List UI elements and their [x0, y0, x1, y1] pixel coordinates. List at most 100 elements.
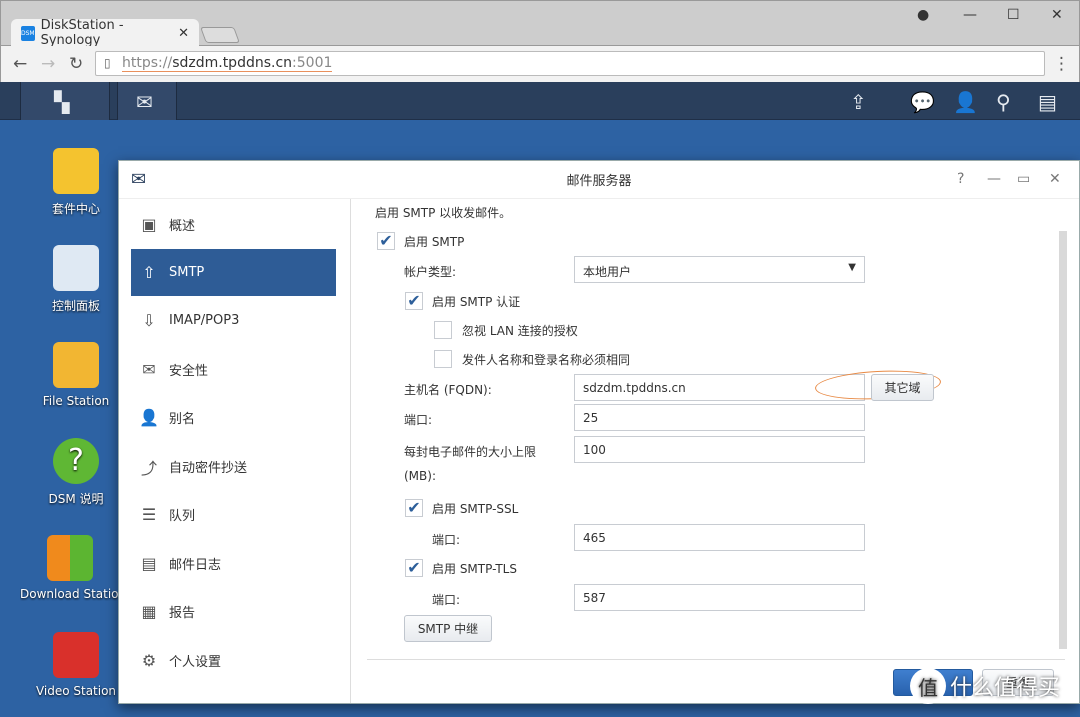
watermark-text: 什么值得买	[950, 676, 1061, 701]
icon-label: Download Station	[20, 587, 120, 601]
sidebar-item-auto-bcc[interactable]: ⤴ 自动密件抄送	[131, 443, 336, 490]
desktop-icon-file-station[interactable]: File Station	[20, 342, 132, 408]
upload-tray-icon: ⇧	[142, 263, 156, 282]
scrollbar[interactable]	[1059, 231, 1067, 649]
hostname-value: sdzdm.tpddns.cn	[583, 381, 686, 395]
smtp-tls-label: 启用 SMTP-TLS	[432, 562, 517, 576]
label: 概述	[169, 219, 196, 234]
ssl-port-input[interactable]: 465	[574, 524, 865, 551]
page-icon: ▯	[104, 56, 111, 70]
maximize-icon[interactable]: ▭	[1017, 171, 1030, 187]
account-type-select[interactable]: 本地用户 ▼	[574, 256, 865, 283]
url-port: :5001	[292, 55, 333, 71]
download-icon	[47, 535, 93, 581]
new-tab-button[interactable]	[200, 27, 240, 43]
desktop-icon-dsm-help[interactable]: ? DSM 说明	[20, 438, 132, 507]
smtp-panel: 启用 SMTP 以收发邮件。 ✔ 启用 SMTP 帐户类型: 本地用户 ▼ ✔ 启…	[367, 199, 1079, 703]
upload-icon[interactable]: ⇪	[850, 90, 867, 114]
menu-icon[interactable]: ⋮	[1053, 54, 1070, 74]
label: 报告	[169, 606, 196, 621]
url-scheme: https://	[122, 55, 173, 71]
watermark: 值什么值得买	[910, 668, 1060, 704]
smtp-relay-button[interactable]: SMTP 中继	[404, 615, 492, 642]
auto-bcc-icon: ⤴	[140, 458, 157, 478]
account-type-label: 帐户类型:	[404, 265, 457, 279]
smtp-auth-checkbox[interactable]: ✔	[405, 292, 423, 310]
sidebar-item-queue[interactable]: ☰ 队列	[131, 491, 336, 538]
ssl-port-label: 端口:	[432, 533, 461, 547]
port-input[interactable]: 25	[574, 404, 865, 431]
watermark-logo: 值	[910, 668, 946, 704]
label: 队列	[169, 509, 196, 524]
desktop-icon-video-station[interactable]: Video Station	[20, 632, 132, 698]
profile-icon[interactable]: ●	[917, 7, 929, 23]
sidebar-item-alias[interactable]: 👤 别名	[131, 394, 336, 441]
close-icon[interactable]: ✕	[1051, 7, 1063, 23]
smtp-auth-label: 启用 SMTP 认证	[432, 295, 521, 309]
sidebar-item-report[interactable]: ▦ 报告	[131, 588, 336, 635]
sidebar-item-imap-pop3[interactable]: ⇩ IMAP/POP3	[131, 297, 336, 344]
enable-smtp-label: 启用 SMTP	[404, 235, 465, 249]
icon-label: 控制面板	[51, 299, 100, 313]
forward-icon[interactable]: →	[41, 54, 55, 74]
label: SMTP	[169, 265, 205, 280]
port-label: 端口:	[404, 413, 433, 427]
max-size-value: 100	[583, 443, 606, 457]
mail-block-icon: ✉	[142, 360, 156, 379]
browser-tab[interactable]: DSM DiskStation - Synology ✕	[11, 18, 199, 48]
dsm-taskbar: ▚ ✉ ⇪ 💬 👤 ⚲ ▤	[0, 82, 1080, 120]
search-icon[interactable]: ⚲	[996, 90, 1011, 114]
dsm-favicon: DSM	[21, 25, 35, 41]
apps-grid-icon: ▚	[54, 90, 70, 114]
icon-label: Video Station	[35, 684, 117, 698]
tls-port-label: 端口:	[432, 593, 461, 607]
sidebar-item-overview[interactable]: ▣ 概述	[131, 201, 336, 248]
desktop-icon-package-center[interactable]: 套件中心	[20, 148, 132, 217]
overview-icon: ▣	[141, 215, 157, 234]
notification-icon[interactable]: 💬	[910, 90, 935, 114]
download-tray-icon: ⇩	[142, 311, 156, 330]
enable-smtp-checkbox[interactable]: ✔	[377, 232, 395, 250]
help-icon[interactable]: ?	[957, 171, 964, 187]
sidebar-item-security[interactable]: ✉ 安全性	[131, 346, 336, 393]
label: 自动密件抄送	[169, 461, 248, 476]
minimize-icon[interactable]: —	[963, 7, 977, 23]
mail-server-window: ✉ 邮件服务器 ? — ▭ ✕ ▣ 概述 ⇧ SMTP ⇩ IMAP/POP3 ✉ 安全…	[118, 160, 1080, 704]
video-icon	[53, 632, 99, 678]
sidebar-item-mail-log[interactable]: ▤ 邮件日志	[131, 540, 336, 587]
maximize-icon[interactable]: ☐	[1007, 7, 1020, 23]
sidebar-item-personal-settings[interactable]: ⚙ 个人设置	[131, 637, 336, 684]
back-icon[interactable]: ←	[13, 54, 27, 74]
folder-icon	[53, 342, 99, 388]
reload-icon[interactable]: ↻	[69, 54, 83, 74]
desktop-icon-download-station[interactable]: Download Station	[20, 535, 120, 601]
list-icon: ☰	[141, 505, 157, 524]
sidebar-item-smtp[interactable]: ⇧ SMTP	[131, 249, 336, 296]
close-tab-icon[interactable]: ✕	[178, 26, 189, 41]
tls-port-value: 587	[583, 591, 606, 605]
icon-label: DSM 说明	[48, 492, 104, 506]
label: 邮件日志	[169, 558, 222, 573]
url-input[interactable]: ▯ https://sdzdm.tpddns.cn:5001	[95, 51, 1045, 76]
window-titlebar[interactable]: ✉ 邮件服务器 ? — ▭ ✕	[119, 161, 1079, 199]
ignore-lan-checkbox[interactable]	[434, 321, 452, 339]
label: IMAP/POP3	[169, 313, 240, 328]
mail-server-task-button[interactable]: ✉	[117, 82, 177, 120]
close-icon[interactable]: ✕	[1049, 171, 1061, 187]
main-menu-button[interactable]: ▚	[20, 82, 110, 120]
browser-titlebar: DSM DiskStation - Synology ✕ ● — ☐ ✕	[0, 0, 1080, 48]
tls-port-input[interactable]: 587	[574, 584, 865, 611]
smtp-ssl-checkbox[interactable]: ✔	[405, 499, 423, 517]
user-icon[interactable]: 👤	[953, 90, 978, 114]
gear-icon: ⚙	[141, 651, 157, 670]
max-size-unit: (MB):	[404, 469, 436, 483]
minimize-icon[interactable]: —	[987, 171, 1001, 187]
desktop-icon-control-panel[interactable]: 控制面板	[20, 245, 132, 314]
ssl-port-value: 465	[583, 531, 606, 545]
sender-match-checkbox[interactable]	[434, 350, 452, 368]
icon-label: 套件中心	[51, 202, 100, 216]
max-size-input[interactable]: 100	[574, 436, 865, 463]
other-domain-button[interactable]: 其它域	[871, 374, 934, 401]
widgets-icon[interactable]: ▤	[1038, 90, 1057, 114]
smtp-tls-checkbox[interactable]: ✔	[405, 559, 423, 577]
